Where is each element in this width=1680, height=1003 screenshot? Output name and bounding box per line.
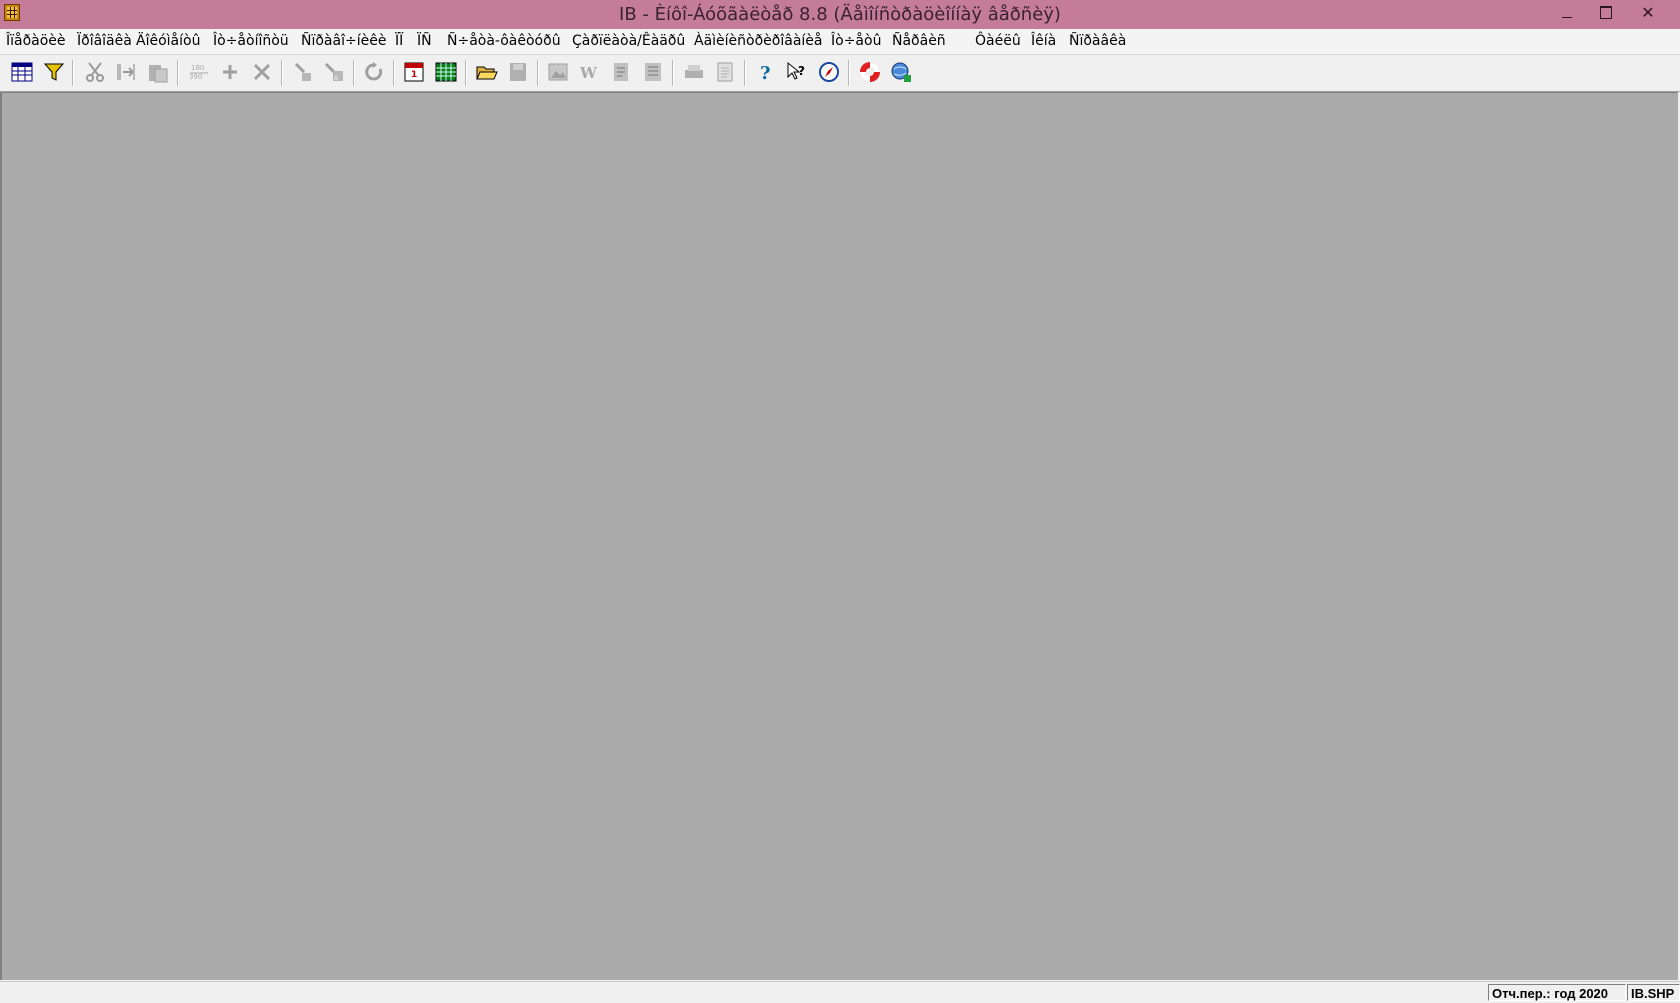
title-bar[interactable]: IB - Èíôî-Áóõãàëòåð 8.8 (Äåìîíñòðàöèîííà… (0, 0, 1680, 29)
close-button[interactable]: ✕ (1625, 0, 1671, 28)
svg-text:180: 180 (191, 64, 204, 72)
calendar-button[interactable]: 1 (402, 60, 426, 84)
compass-button[interactable] (817, 60, 841, 84)
delete-button[interactable] (250, 60, 274, 84)
refresh-icon (365, 62, 383, 81)
save-button[interactable] (506, 60, 530, 84)
restore-button[interactable] (1582, 0, 1628, 28)
context-help-button[interactable]: ? (785, 60, 809, 84)
cut-button[interactable] (83, 60, 107, 84)
close-icon: ✕ (1641, 3, 1655, 22)
refresh-button[interactable] (362, 60, 386, 84)
help-icon: ? (760, 63, 771, 83)
paste-icon (149, 65, 168, 83)
compass-icon (819, 62, 839, 82)
print-button[interactable] (682, 60, 706, 84)
filter-button[interactable] (42, 60, 66, 84)
web-button[interactable] (889, 60, 913, 84)
open-folder-button[interactable] (475, 60, 499, 84)
filter-icon (43, 63, 65, 81)
report-button[interactable] (609, 60, 633, 84)
status-bar: Отч.пер.: год 2020 IB.SHP (0, 981, 1680, 1003)
sort-desc-button[interactable]: A (322, 60, 346, 84)
numbering-button[interactable]: 180 390 (187, 60, 211, 84)
menu-reporting[interactable]: Îò÷åòíîñòü (213, 33, 289, 49)
print-icon (685, 65, 703, 78)
menu-windows[interactable]: Îêíà (1031, 33, 1056, 49)
sort-desc-icon: A (324, 62, 343, 82)
image-icon (548, 63, 568, 81)
menu-payroll[interactable]: Çàðïëàòà/Êàäðû (572, 33, 685, 49)
table-view-button[interactable] (10, 60, 34, 84)
menu-documents[interactable]: Äîêóìåíòû (136, 33, 200, 49)
add-icon (223, 65, 237, 79)
menu-operations[interactable]: Îïåðàöèè (6, 33, 66, 49)
word-icon: W (579, 64, 598, 82)
save-icon (510, 63, 526, 81)
add-button[interactable] (218, 60, 242, 84)
menu-reports[interactable]: Îò÷åòû (831, 33, 881, 49)
preview-icon (717, 62, 733, 82)
copy-icon (117, 64, 135, 80)
list-button[interactable] (641, 60, 665, 84)
toolbar: 180 390 A 1 W ? ? (0, 55, 1680, 92)
help-button[interactable]: ? (754, 60, 778, 84)
sort-icon (294, 62, 311, 81)
calendar-icon: 1 (404, 62, 424, 82)
svg-text:1: 1 (411, 70, 417, 80)
menu-bar: Îïåðàöèè Ïðîâîäêà Äîêóìåíòû Îò÷åòíîñòü Ñ… (0, 29, 1680, 55)
menu-directories[interactable]: Ñïðàâî÷íèêè (301, 33, 386, 49)
context-help-icon: ? (787, 61, 805, 80)
spreadsheet-icon (435, 62, 457, 82)
menu-administration[interactable]: Àäìèíèñòðèðîâàíèå (694, 33, 822, 49)
preview-button[interactable] (713, 60, 737, 84)
svg-text:?: ? (760, 63, 771, 83)
status-reporting-period: Отч.пер.: год 2020 (1488, 984, 1626, 1001)
menu-ps[interactable]: ÏÑ (417, 33, 432, 49)
menu-service[interactable]: Ñåðâèñ (892, 33, 946, 49)
paste-button[interactable] (146, 60, 170, 84)
svg-text:390: 390 (189, 73, 202, 81)
minimize-icon (1562, 17, 1572, 18)
report-icon (614, 63, 628, 81)
copy-button[interactable] (114, 60, 138, 84)
open-folder-icon (476, 66, 498, 80)
web-icon (891, 62, 911, 82)
lifebuoy-icon (860, 62, 880, 82)
cut-icon (86, 62, 104, 82)
svg-text:?: ? (798, 64, 805, 78)
word-button[interactable]: W (578, 60, 602, 84)
delete-icon (253, 63, 271, 81)
numbering-icon: 180 390 (189, 64, 208, 81)
table-view-icon (11, 62, 33, 82)
image-button[interactable] (546, 60, 570, 84)
list-icon (645, 63, 661, 81)
sort-button[interactable] (291, 60, 315, 84)
status-file: IB.SHP (1627, 984, 1680, 1001)
mdi-workspace[interactable] (0, 92, 1678, 980)
menu-help[interactable]: Ñïðàâêà (1069, 33, 1126, 49)
window-title: IB - Èíôî-Áóõãàëòåð 8.8 (Äåìîíñòðàöèîííà… (619, 4, 1061, 25)
menu-invoices[interactable]: Ñ÷åòà-ôàêòóðû (447, 33, 561, 49)
restore-icon (1600, 6, 1612, 19)
menu-files[interactable]: Ôàéëû (975, 33, 1021, 49)
spreadsheet-button[interactable] (434, 60, 458, 84)
menu-pp[interactable]: ÏÏ (395, 33, 403, 49)
lifebuoy-button[interactable] (858, 60, 882, 84)
menu-posting[interactable]: Ïðîâîäêà (77, 33, 132, 49)
svg-text:W: W (579, 64, 598, 82)
